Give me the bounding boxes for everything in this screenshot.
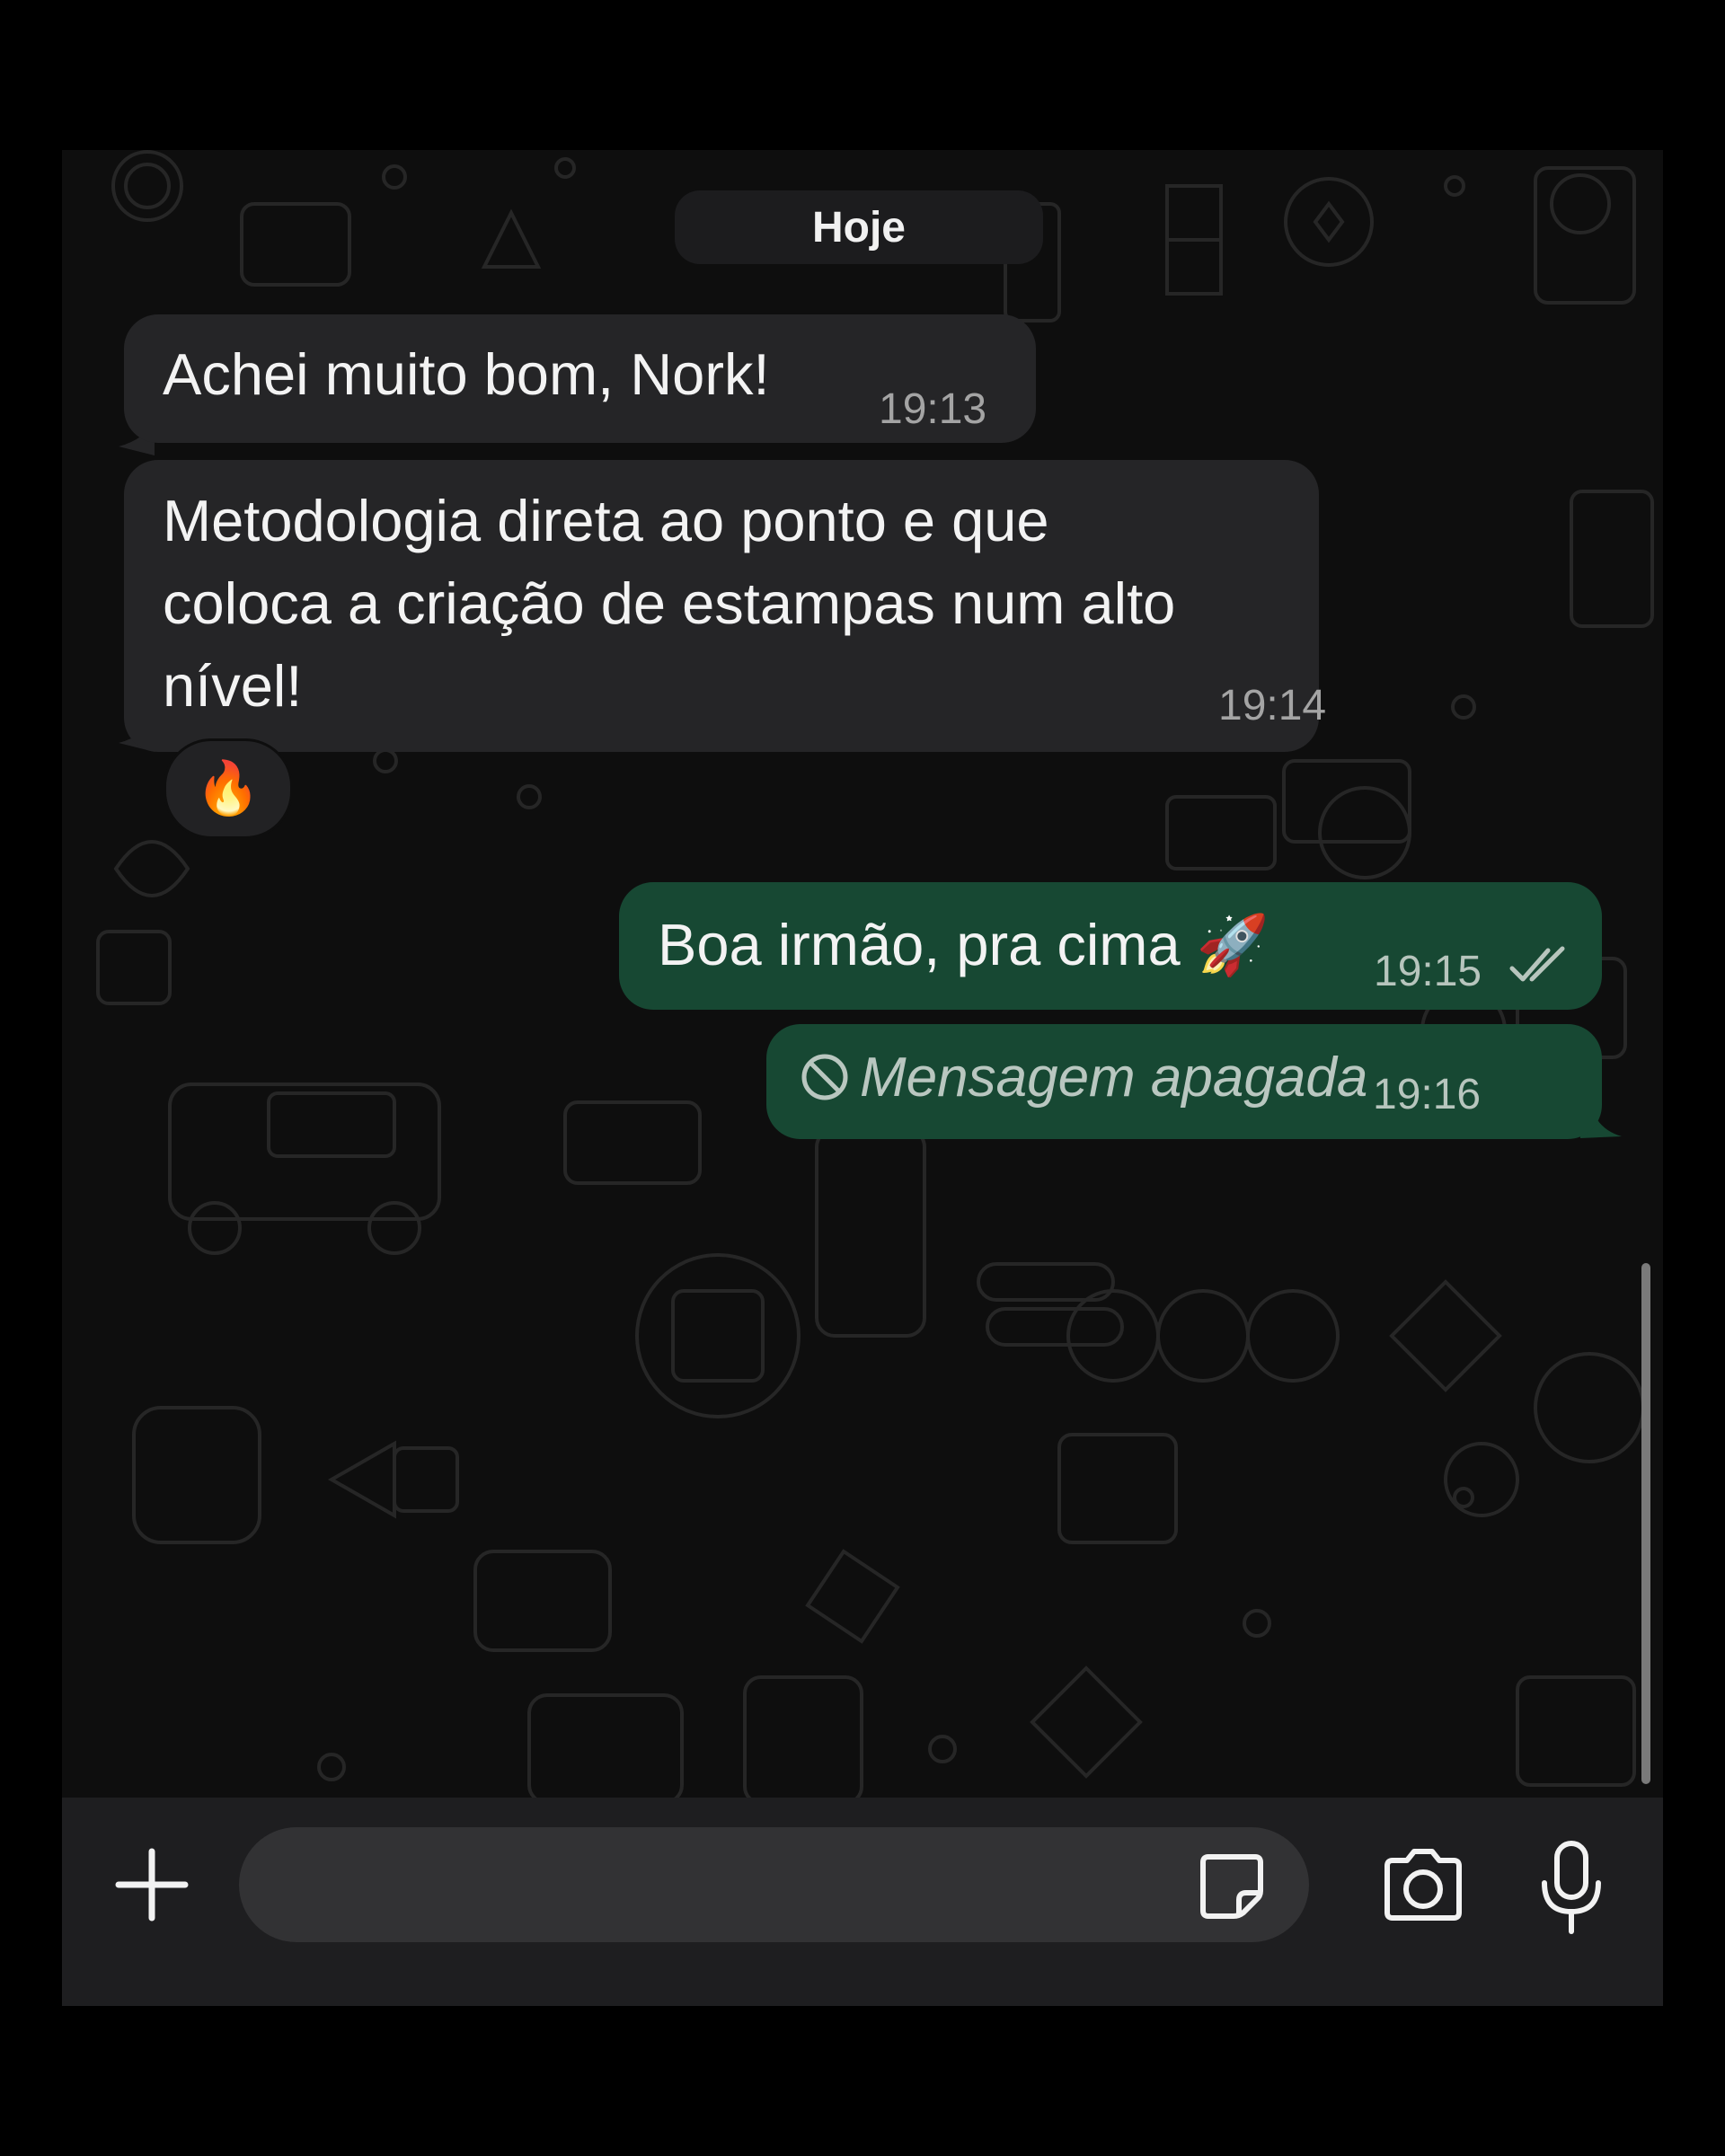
message-text: Boa irmão, pra cima 🚀: [658, 912, 1269, 977]
message-text: Achei muito bom, Nork!: [163, 341, 770, 407]
incoming-message[interactable]: Achei muito bom, Nork! 19:13: [124, 314, 1036, 443]
deleted-outgoing-message[interactable]: Mensagem apagada 19:16: [766, 1024, 1602, 1139]
camera-icon[interactable]: [1378, 1844, 1468, 1925]
message-text-line: Metodologia direta ao ponto e que: [163, 488, 1049, 553]
sticker-icon[interactable]: [1196, 1850, 1268, 1922]
double-check-read-icon: [1509, 946, 1565, 982]
message-time: 19:15: [1374, 948, 1482, 995]
date-separator: Hoje: [675, 190, 1043, 264]
message-time: 19:13: [879, 385, 987, 433]
message-input[interactable]: [239, 1827, 1309, 1942]
message-time: 19:14: [1218, 682, 1327, 729]
message-time: 19:16: [1373, 1071, 1482, 1118]
deleted-message-text: Mensagem apagada: [860, 1047, 1368, 1109]
incoming-message[interactable]: Metodologia direta ao ponto e que coloca…: [124, 460, 1326, 752]
message-composer: [62, 1798, 1663, 2006]
chat-window: Hoje Achei muito bom, Nork! 19:13 Metodo…: [62, 150, 1663, 2006]
chat-scrollbar[interactable]: [1641, 1263, 1650, 1784]
message-text-line: nível!: [163, 653, 303, 719]
plus-icon[interactable]: [111, 1844, 192, 1925]
message-text-line: coloca a criação de estampas num alto: [163, 570, 1176, 636]
reaction-fire-emoji[interactable]: 🔥: [164, 738, 293, 839]
microphone-icon[interactable]: [1535, 1838, 1607, 1937]
deleted-message-icon: [801, 1054, 848, 1100]
outgoing-message[interactable]: Boa irmão, pra cima 🚀 19:15: [619, 882, 1602, 1010]
